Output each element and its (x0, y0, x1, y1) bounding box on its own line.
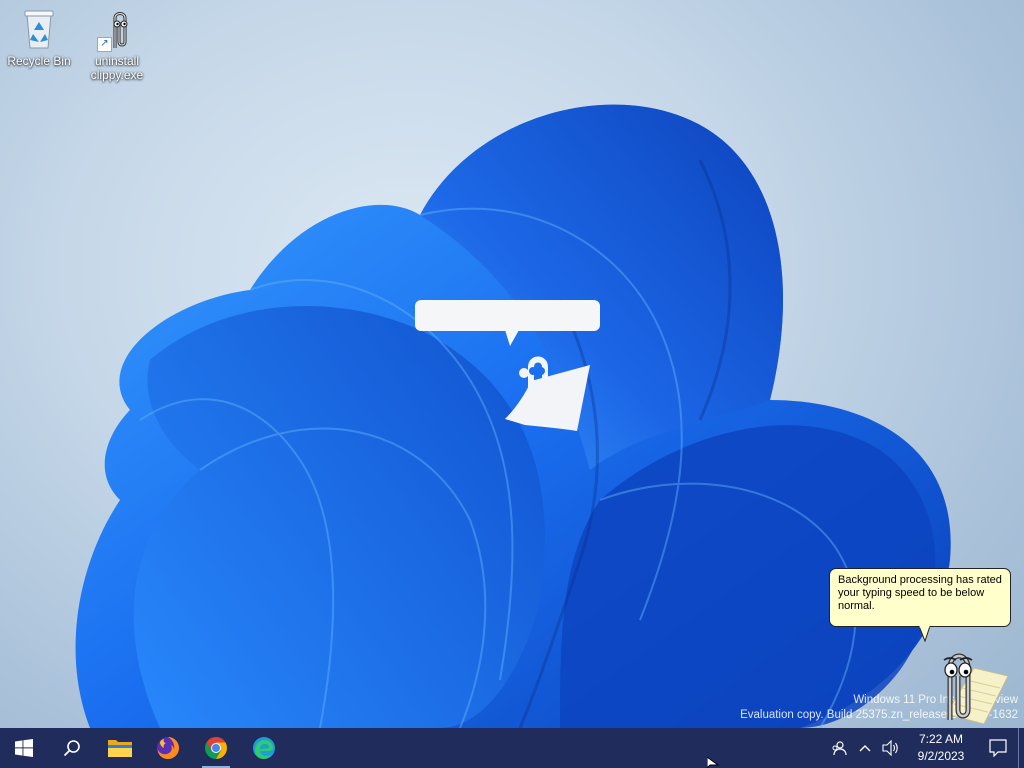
folder-icon (108, 740, 132, 757)
desktop-icon-uninstall-clippy[interactable]: ↗ uninstall clippy.exe (82, 8, 152, 82)
taskbar: 7:22 AM 9/2/2023 (0, 728, 1024, 768)
firefox-icon (157, 737, 179, 759)
mouse-cursor-icon (707, 757, 719, 768)
clippy-tip-bubble[interactable]: Background processing has rated your typ… (829, 568, 1011, 627)
taskbar-firefox[interactable] (144, 728, 192, 768)
edge-icon (253, 737, 275, 759)
recycle-bin-icon (19, 8, 59, 52)
chrome-icon (205, 737, 227, 759)
clippy-assistant[interactable] (916, 640, 1012, 724)
desktop-icon-recycle-bin[interactable]: Recycle Bin (4, 8, 74, 68)
notepad-paper-icon (945, 667, 1009, 724)
paperclip-icon: ↗ (97, 8, 137, 52)
taskbar-file-explorer[interactable] (96, 728, 144, 768)
search-icon (63, 740, 80, 757)
ghost-clippy-silhouette (505, 356, 590, 431)
taskbar-edge[interactable] (240, 728, 288, 768)
clock-date: 9/2/2023 (917, 749, 965, 763)
windows-logo-icon (15, 739, 33, 757)
uninstall-clippy-label-line2: clippy.exe (90, 68, 144, 82)
volume-icon[interactable] (878, 728, 904, 768)
notification-icon (989, 739, 1007, 757)
chevron-up-icon[interactable] (852, 728, 878, 768)
recycle-bin-label: Recycle Bin (7, 54, 71, 68)
show-desktop-button[interactable] (1018, 728, 1024, 768)
uninstall-clippy-label-line1: uninstall (94, 54, 140, 68)
clock-time: 7:22 AM (918, 732, 964, 746)
people-icon[interactable] (826, 728, 852, 768)
start-button[interactable] (0, 728, 48, 768)
taskbar-clock[interactable]: 7:22 AM 9/2/2023 (904, 731, 978, 765)
shortcut-arrow-icon: ↗ (97, 37, 112, 52)
system-tray: 7:22 AM 9/2/2023 (826, 728, 1024, 768)
clippy-tip-message: Background processing has rated your typ… (838, 574, 1002, 612)
empty-speech-bubble-tail (505, 330, 519, 346)
empty-speech-bubble (415, 300, 600, 331)
taskbar-chrome[interactable] (192, 728, 240, 768)
search-button[interactable] (48, 728, 96, 768)
notification-center-button[interactable] (978, 728, 1018, 768)
